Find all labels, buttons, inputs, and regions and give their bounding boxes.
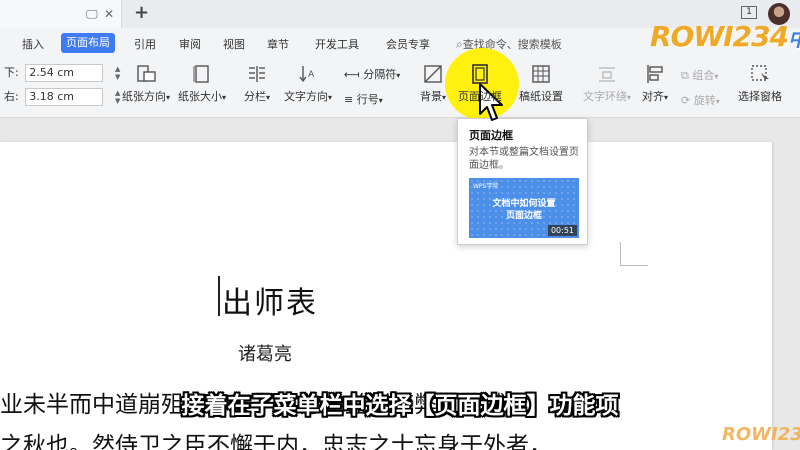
page-border-button[interactable]: 页面边框 [458,63,502,104]
breaks-button[interactable]: ⟻ 分隔符▾ [344,66,400,82]
margin-right-row: 右: 3.18 cm [4,88,104,106]
rotate-icon: ⟳ [681,94,691,107]
breaks-label: 分隔符 [363,68,397,81]
page-border-label: 页面边框 [458,90,502,103]
close-icon[interactable]: ✕ [104,7,114,21]
selection-pane-icon [751,65,769,83]
menu-view[interactable]: 视图 [223,36,245,52]
text-wrap-label: 文字环绕 [583,90,627,103]
video-logo: WPS学院 [473,183,499,190]
margin-right-input[interactable]: 3.18 cm [25,88,104,106]
rotate-button[interactable]: ⟳ 旋转▾ [681,92,720,108]
text-wrap-button[interactable]: 文字环绕▾ [583,63,631,104]
paper-setup-button[interactable]: 稿纸设置 [519,63,563,104]
selection-pane-button[interactable]: 选择窗格 [738,63,782,104]
line-numbers-label: 行号 [356,93,379,106]
paper-size-icon [193,65,209,83]
grid-paper-icon [532,65,550,83]
group-button[interactable]: ⧉ 组合▾ [681,67,718,83]
svg-text:A: A [308,70,315,80]
menu-insert[interactable]: 插入 [22,36,44,52]
paper-size-label: 纸张大小 [178,90,222,103]
text-direction-label: 文字方向 [284,90,328,103]
video-subtitle: 接着在子菜单栏中选择【页面边框】功能项 [181,393,619,419]
line-numbers-icon: ≡ [344,93,354,106]
wps-writer-window: 🖵 ✕ + 1 插入 页面布局 引用 审阅 视图 章节 开发工具 会员专享 ⌕查… [0,0,800,450]
tooltip-video-thumbnail[interactable]: WPS学院 文档中如何设置 页面边框 00:51 [469,178,579,238]
brand-watermark-bottom: ROWI234 [722,424,800,445]
video-title: 文档中如何设置 页面边框 [469,198,579,222]
page-border-tooltip: 页面边框 对本节或整篇文档设置页面边框。 WPS学院 文档中如何设置 页面边框 … [457,118,588,245]
tooltip-description: 对本节或整篇文档设置页面边框。 [469,147,579,171]
text-direction-button[interactable]: A 文字方向▾ [284,63,332,104]
paper-size-button[interactable]: 纸张大小▾ [178,63,226,104]
selection-pane-label: 选择窗格 [738,90,782,103]
ribbon-toolbar: 下: 2.54 cm ▲ ▼ 右: 3.18 cm ▲ ▼ 纸张方向▾ 纸张大小▾ … [0,58,800,118]
paper-setup-label: 稿纸设置 [519,90,563,103]
rotate-label: 旋转 [693,94,716,107]
margin-bottom-spinner-icon[interactable]: ▲ ▼ [115,65,120,81]
menu-references[interactable]: 引用 [134,36,156,52]
group-label: 组合 [692,69,715,82]
video-title-line-1: 文档中如何设置 [492,199,556,209]
video-duration: 00:51 [547,225,577,236]
monitor-icon[interactable]: 🖵 [86,7,98,22]
brand-watermark-top: ROWI234中 [650,20,800,53]
margin-right-label: 右: [4,90,19,103]
document-line-2[interactable]: 之秋也。然侍卫之臣不懈于内，忠志之士忘身于外者， [0,426,552,450]
background-label: 背景 [420,90,442,103]
document-author[interactable]: 诸葛亮 [238,340,292,366]
menu-developer[interactable]: 开发工具 [315,36,359,52]
columns-button[interactable]: 分栏▾ [244,63,270,104]
page-corner-mark [620,242,648,266]
video-title-line-2: 页面边框 [505,211,542,221]
text-wrap-icon [599,67,615,82]
margin-right-spinner-icon[interactable]: ▲ ▼ [115,89,120,105]
background-button[interactable]: 背景▾ [420,63,446,104]
text-cursor [218,276,220,316]
orientation-button[interactable]: 纸张方向▾ [122,63,170,104]
tooltip-title: 页面边框 [469,129,513,142]
menu-sections[interactable]: 章节 [267,36,289,52]
group-icon: ⧉ [681,69,689,82]
line-numbers-button[interactable]: ≡ 行号▾ [344,91,383,107]
breaks-icon: ⟻ [344,68,360,81]
columns-label: 分栏 [244,90,266,103]
align-button[interactable]: 对齐▾ [642,63,668,104]
margin-bottom-input[interactable]: 2.54 cm [25,64,104,82]
brand-top-zh: 中 [788,27,800,51]
menu-review[interactable]: 审阅 [179,36,201,52]
align-label: 对齐 [642,90,664,103]
window-count-badge[interactable]: 1 [741,6,757,19]
document-tab[interactable]: 🖵 ✕ [0,0,122,28]
document-title[interactable]: 出师表 [222,278,318,322]
align-icon [647,65,663,83]
menu-page-layout[interactable]: 页面布局 [61,33,115,53]
columns-icon [249,66,265,82]
background-icon [424,65,442,83]
page-border-icon [472,64,488,84]
margin-bottom-label: 下: [4,66,19,79]
orientation-icon [137,65,156,82]
text-direction-icon: A [299,66,315,83]
menu-member[interactable]: 会员专享 [386,36,430,52]
margin-bottom-row: 下: 2.54 cm [4,64,104,82]
brand-top-text: ROWI234 [650,20,789,53]
search-icon: ⌕ [456,37,463,51]
orientation-label: 纸张方向 [122,90,166,103]
new-tab-button[interactable]: + [134,2,149,23]
